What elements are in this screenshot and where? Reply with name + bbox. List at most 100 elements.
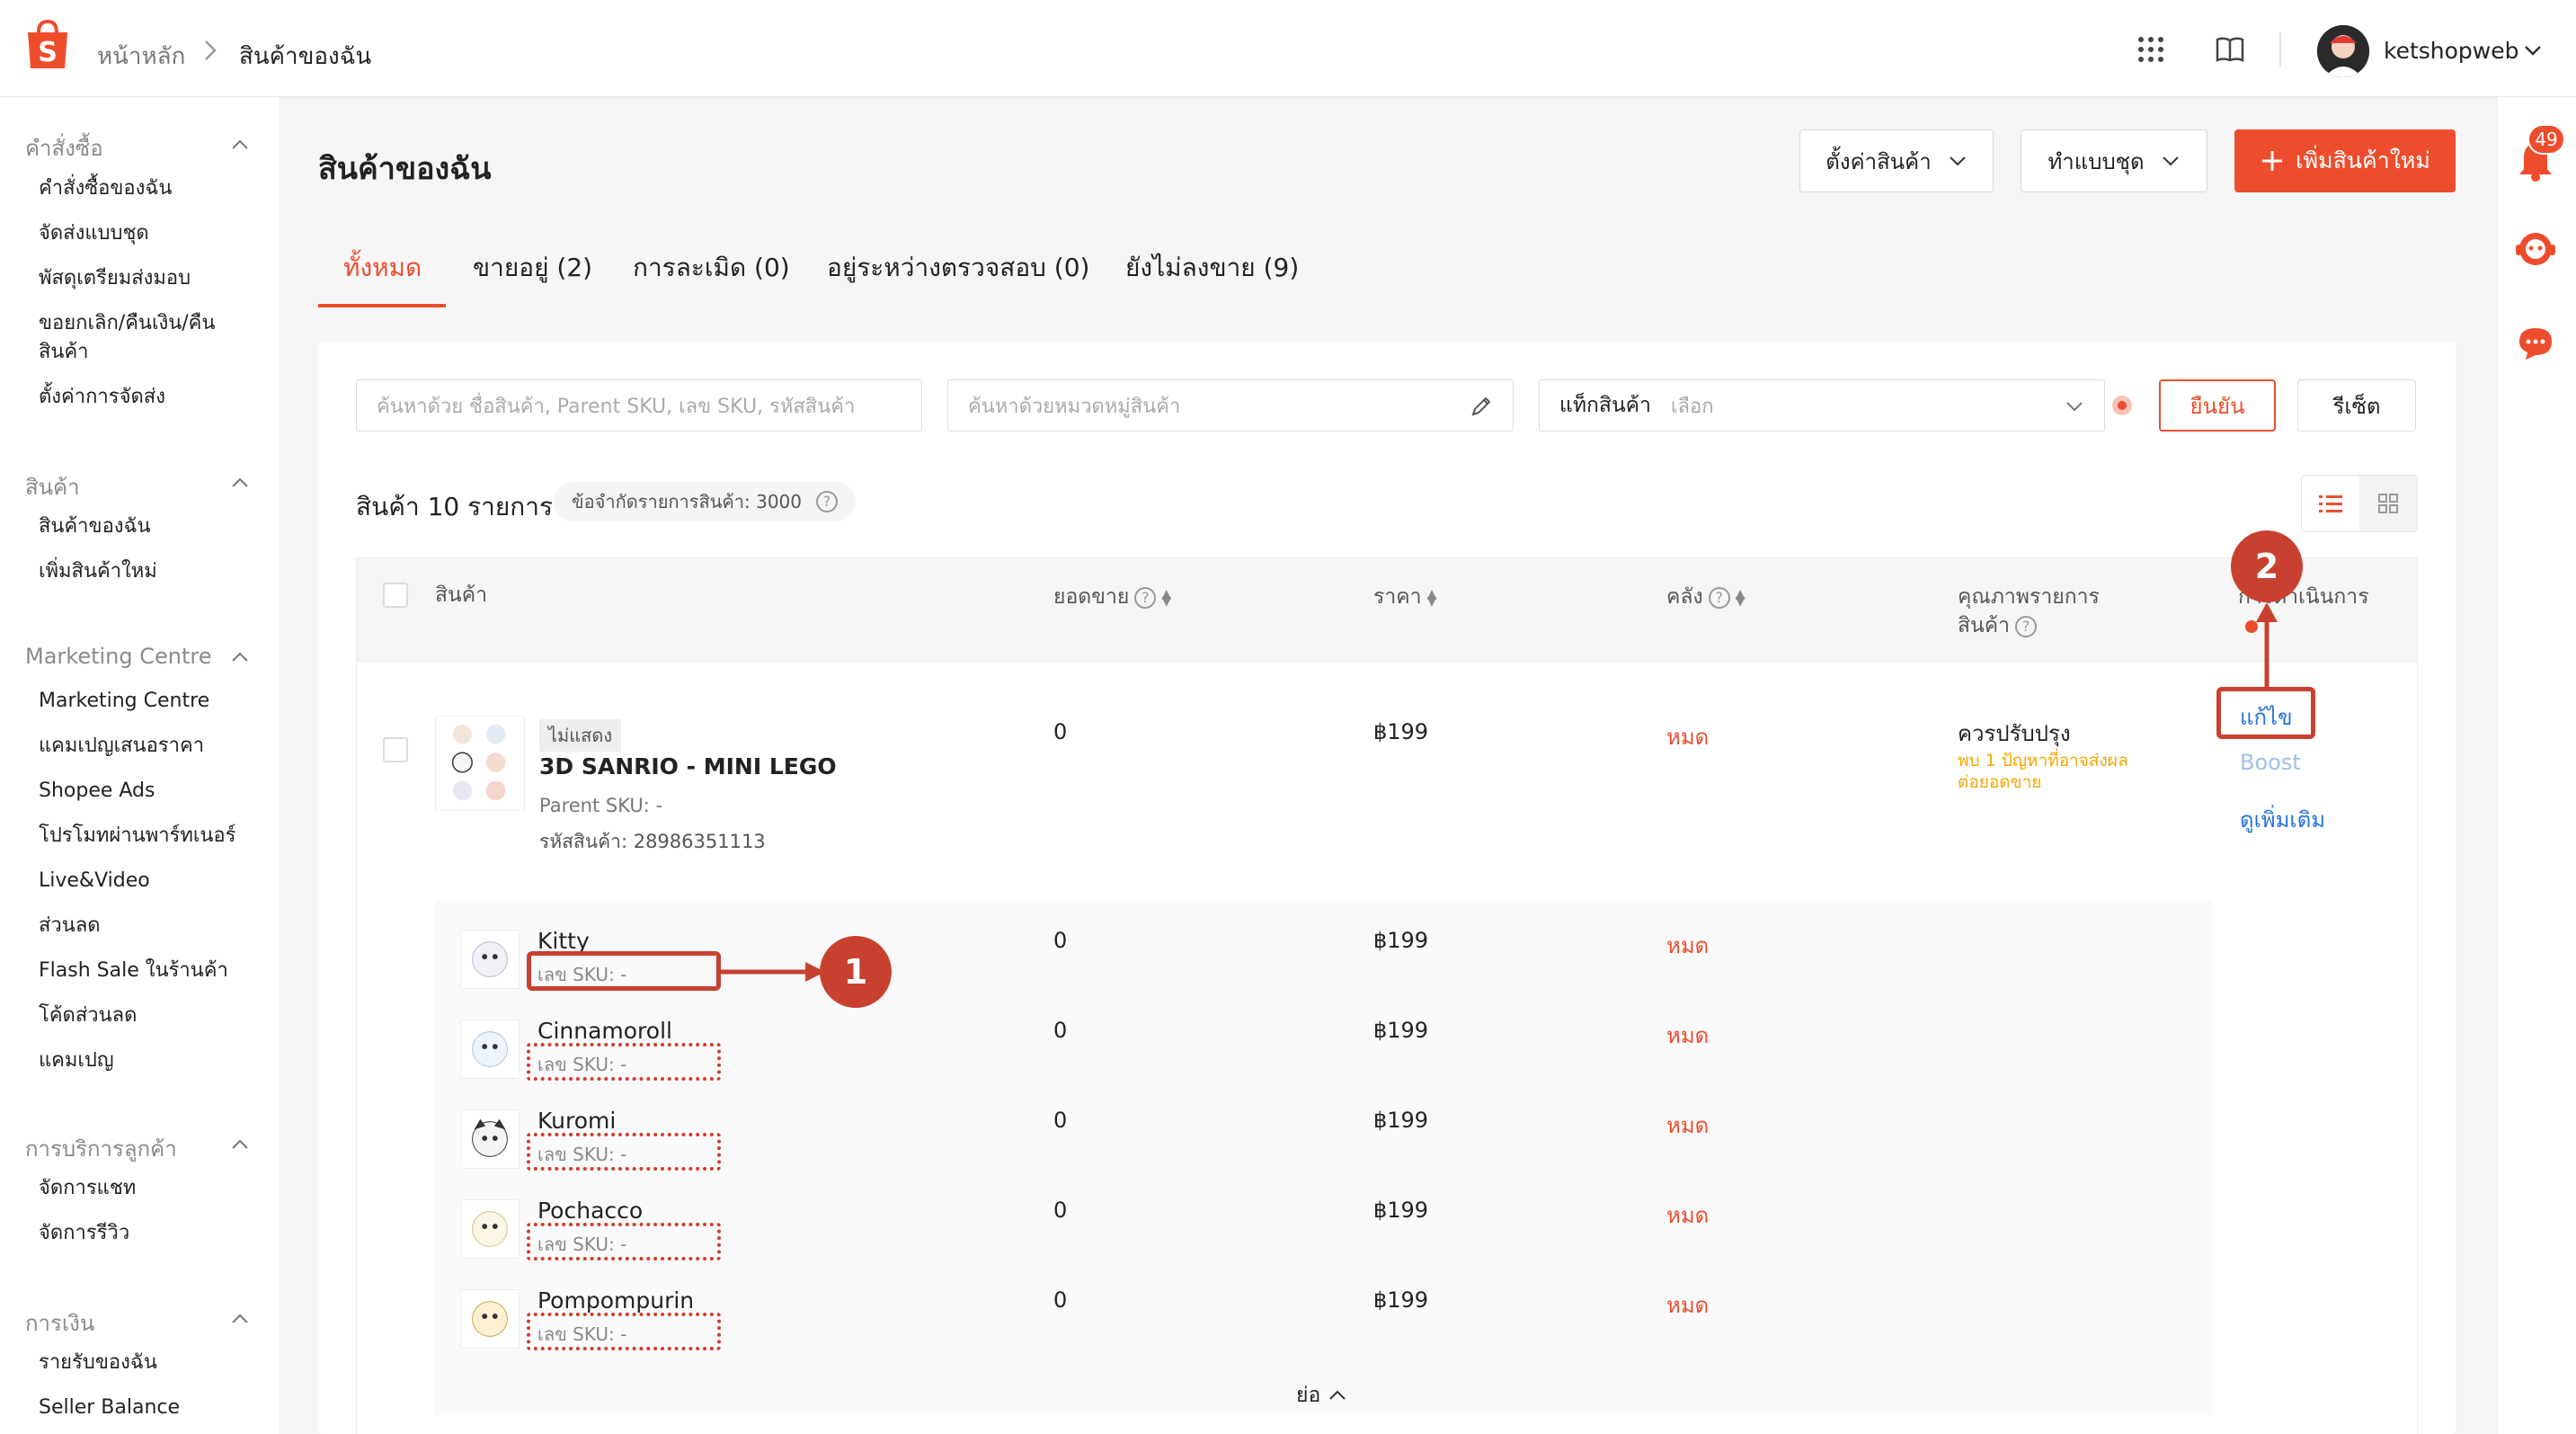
book-icon[interactable] <box>2215 34 2245 65</box>
add-product-label: เพิ่มสินค้าใหม่ <box>2296 147 2430 174</box>
product-tag-select[interactable]: แท็กสินค้า เลือก <box>1539 379 2105 432</box>
chevron-down-icon <box>2066 402 2083 412</box>
help-icon[interactable]: ? <box>2015 615 2038 637</box>
sidebar-item-shopee-ads[interactable]: Shopee Ads <box>39 777 263 806</box>
sidebar-item-my-orders[interactable]: คำสั่งซื้อของฉัน <box>39 174 263 203</box>
product-thumbnail[interactable] <box>435 716 525 811</box>
sidebar-item-marketing-centre[interactable]: Marketing Centre <box>39 687 263 716</box>
grid-icon <box>2378 494 2398 513</box>
chevron-up-icon[interactable] <box>230 1309 250 1329</box>
quality-warning[interactable]: พบ 1 ปัญหาที่อาจส่งผลต่อยอดขาย <box>1958 750 2155 793</box>
sidebar-item-add-product[interactable]: เพิ่มสินค้าใหม่ <box>39 557 263 586</box>
confirm-button[interactable]: ยืนยัน <box>2159 379 2276 432</box>
product-settings-button[interactable]: ตั้งค่าสินค้า <box>1799 129 1994 192</box>
tab-unpublished[interactable]: ยังไม่ลงขาย (9) <box>1125 248 1299 288</box>
col-stock[interactable]: คลัง? ▲ ▼ <box>1666 583 1745 611</box>
sort-icon[interactable]: ▲ ▼ <box>1161 588 1171 608</box>
limit-text: ข้อจำกัดรายการสินค้า: 3000 <box>572 491 802 512</box>
tab-violation[interactable]: การละเมิด (0) <box>633 248 790 288</box>
parent-sku: Parent SKU: - <box>539 795 663 816</box>
sidebar-section-customer-service[interactable]: การบริการลูกค้า <box>25 1131 177 1166</box>
sort-icon[interactable]: ▲ ▼ <box>1736 588 1745 608</box>
apps-grid-icon[interactable] <box>2136 34 2166 65</box>
product-search-input[interactable]: ค้นหาด้วย ชื่อสินค้า, Parent SKU, เลข SK… <box>356 379 922 432</box>
sidebar-item-affiliate[interactable]: โปรโมทผ่านพาร์ทเนอร์ <box>39 822 263 851</box>
more-link[interactable]: ดูเพิ่มเติม <box>2240 802 2325 837</box>
svg-text:S: S <box>38 37 58 68</box>
sidebar-section-finance[interactable]: การเงิน <box>25 1305 94 1340</box>
sidebar-item-seller-balance[interactable]: Seller Balance <box>39 1394 263 1422</box>
sidebar-item-returns[interactable]: ขอยกเลิก/คืนเงิน/คืนสินค้า <box>39 309 245 367</box>
collapse-button[interactable]: ย่อ <box>1296 1379 1347 1412</box>
reset-button[interactable]: รีเซ็ต <box>2297 379 2416 432</box>
grid-view-button[interactable] <box>2359 476 2417 531</box>
product-id: รหัสสินค้า: 28986351113 <box>539 831 766 852</box>
sidebar-item-parcels[interactable]: พัสดุเตรียมส่งมอบ <box>39 264 263 293</box>
product-name[interactable]: 3D SANRIO - MINI LEGO <box>539 753 837 779</box>
sidebar-item-vouchers[interactable]: โค้ดส่วนลด <box>39 1002 263 1030</box>
tab-reviewing[interactable]: อยู่ระหว่างตรวจสอบ (0) <box>827 248 1089 288</box>
annotation-marker-2: 2 <box>2231 530 2303 602</box>
chat-icon[interactable] <box>2517 325 2554 361</box>
variant-thumbnail <box>460 1289 520 1349</box>
sidebar-section-orders[interactable]: คำสั่งซื้อ <box>25 130 103 165</box>
list-view-button[interactable] <box>2302 476 2359 531</box>
help-icon[interactable]: ? <box>1708 586 1730 609</box>
sidebar-item-discount[interactable]: ส่วนลด <box>39 912 263 940</box>
variant-name: Pompompurin <box>537 1287 695 1314</box>
product-settings-label: ตั้งค่าสินค้า <box>1825 148 1932 174</box>
sidebar-item-flash-sale[interactable]: Flash Sale ในร้านค้า <box>39 957 263 985</box>
shopee-logo-icon[interactable]: S <box>25 20 70 70</box>
sidebar-item-income[interactable]: รายรับของฉัน <box>39 1349 263 1377</box>
add-product-button[interactable]: เพิ่มสินค้าใหม่ <box>2234 129 2456 192</box>
sidebar-item-shipping-settings[interactable]: ตั้งค่าการจัดส่ง <box>39 383 263 412</box>
breadcrumb-home[interactable]: หน้าหลัก <box>97 38 185 75</box>
username[interactable]: ketshopweb <box>2384 38 2519 64</box>
variant-name: Pochacco <box>537 1198 644 1224</box>
sidebar-item-batch-shipping[interactable]: จัดส่งแบบชุด <box>39 219 263 248</box>
product-price: ฿199 <box>1373 719 1429 744</box>
select-all-checkbox[interactable] <box>383 583 408 608</box>
variant-thumbnail <box>460 1020 520 1079</box>
chevron-up-icon[interactable] <box>230 1135 250 1154</box>
variant-sales: 0 <box>1053 1108 1068 1133</box>
sidebar-item-campaign[interactable]: แคมเปญ <box>39 1047 263 1075</box>
batch-tools-button[interactable]: ทำแบบชุด <box>2021 129 2207 192</box>
pencil-icon[interactable] <box>1470 395 1493 418</box>
tab-live[interactable]: ขายอยู่ (2) <box>473 248 592 288</box>
list-icon <box>2319 495 2342 512</box>
variant-name: Kitty <box>537 928 590 954</box>
sidebar-section-products[interactable]: สินค้า <box>25 469 80 504</box>
customer-support-icon[interactable] <box>2515 228 2556 270</box>
boost-link[interactable]: Boost <box>2240 750 2301 775</box>
sidebar-item-bid-campaign[interactable]: แคมเปญเสนอราคา <box>39 732 263 761</box>
variant-sales: 0 <box>1053 1018 1068 1043</box>
breadcrumb-current: สินค้าของฉัน <box>239 43 372 70</box>
chevron-up-icon[interactable] <box>230 473 250 493</box>
col-product: สินค้า <box>435 583 488 607</box>
help-icon[interactable]: ? <box>1134 586 1157 609</box>
help-icon[interactable]: ? <box>816 491 838 512</box>
variant-name: Kuromi <box>537 1108 617 1134</box>
sidebar-item-reviews[interactable]: จัดการรีวิว <box>39 1219 263 1248</box>
notification-badge: 49 <box>2527 124 2565 155</box>
avatar[interactable] <box>2317 25 2369 77</box>
variant-sales: 0 <box>1053 928 1068 953</box>
sort-icon[interactable]: ▲ ▼ <box>1427 588 1437 608</box>
edit-highlight-box <box>2216 687 2315 739</box>
highlight-dot-icon <box>2112 396 2132 415</box>
chevron-down-icon[interactable] <box>2522 40 2544 61</box>
chevron-up-icon[interactable] <box>230 647 250 667</box>
active-tab-indicator <box>318 304 446 307</box>
category-search-input[interactable]: ค้นหาด้วยหมวดหมู่สินค้า <box>947 379 1514 432</box>
sidebar-section-marketing[interactable]: Marketing Centre <box>25 644 212 669</box>
col-price[interactable]: ราคา ▲ ▼ <box>1373 583 1436 611</box>
sidebar-item-my-products[interactable]: สินค้าของฉัน <box>39 512 263 541</box>
tab-all[interactable]: ทั้งหมด <box>343 248 422 288</box>
row-checkbox[interactable] <box>383 737 408 762</box>
sidebar-item-live-video[interactable]: Live&Video <box>39 867 263 895</box>
product-stock: หมด <box>1666 725 1710 750</box>
chevron-up-icon[interactable] <box>230 135 250 155</box>
col-sales[interactable]: ยอดขาย? ▲ ▼ <box>1053 583 1171 611</box>
sidebar-item-chat[interactable]: จัดการแชท <box>39 1174 263 1203</box>
